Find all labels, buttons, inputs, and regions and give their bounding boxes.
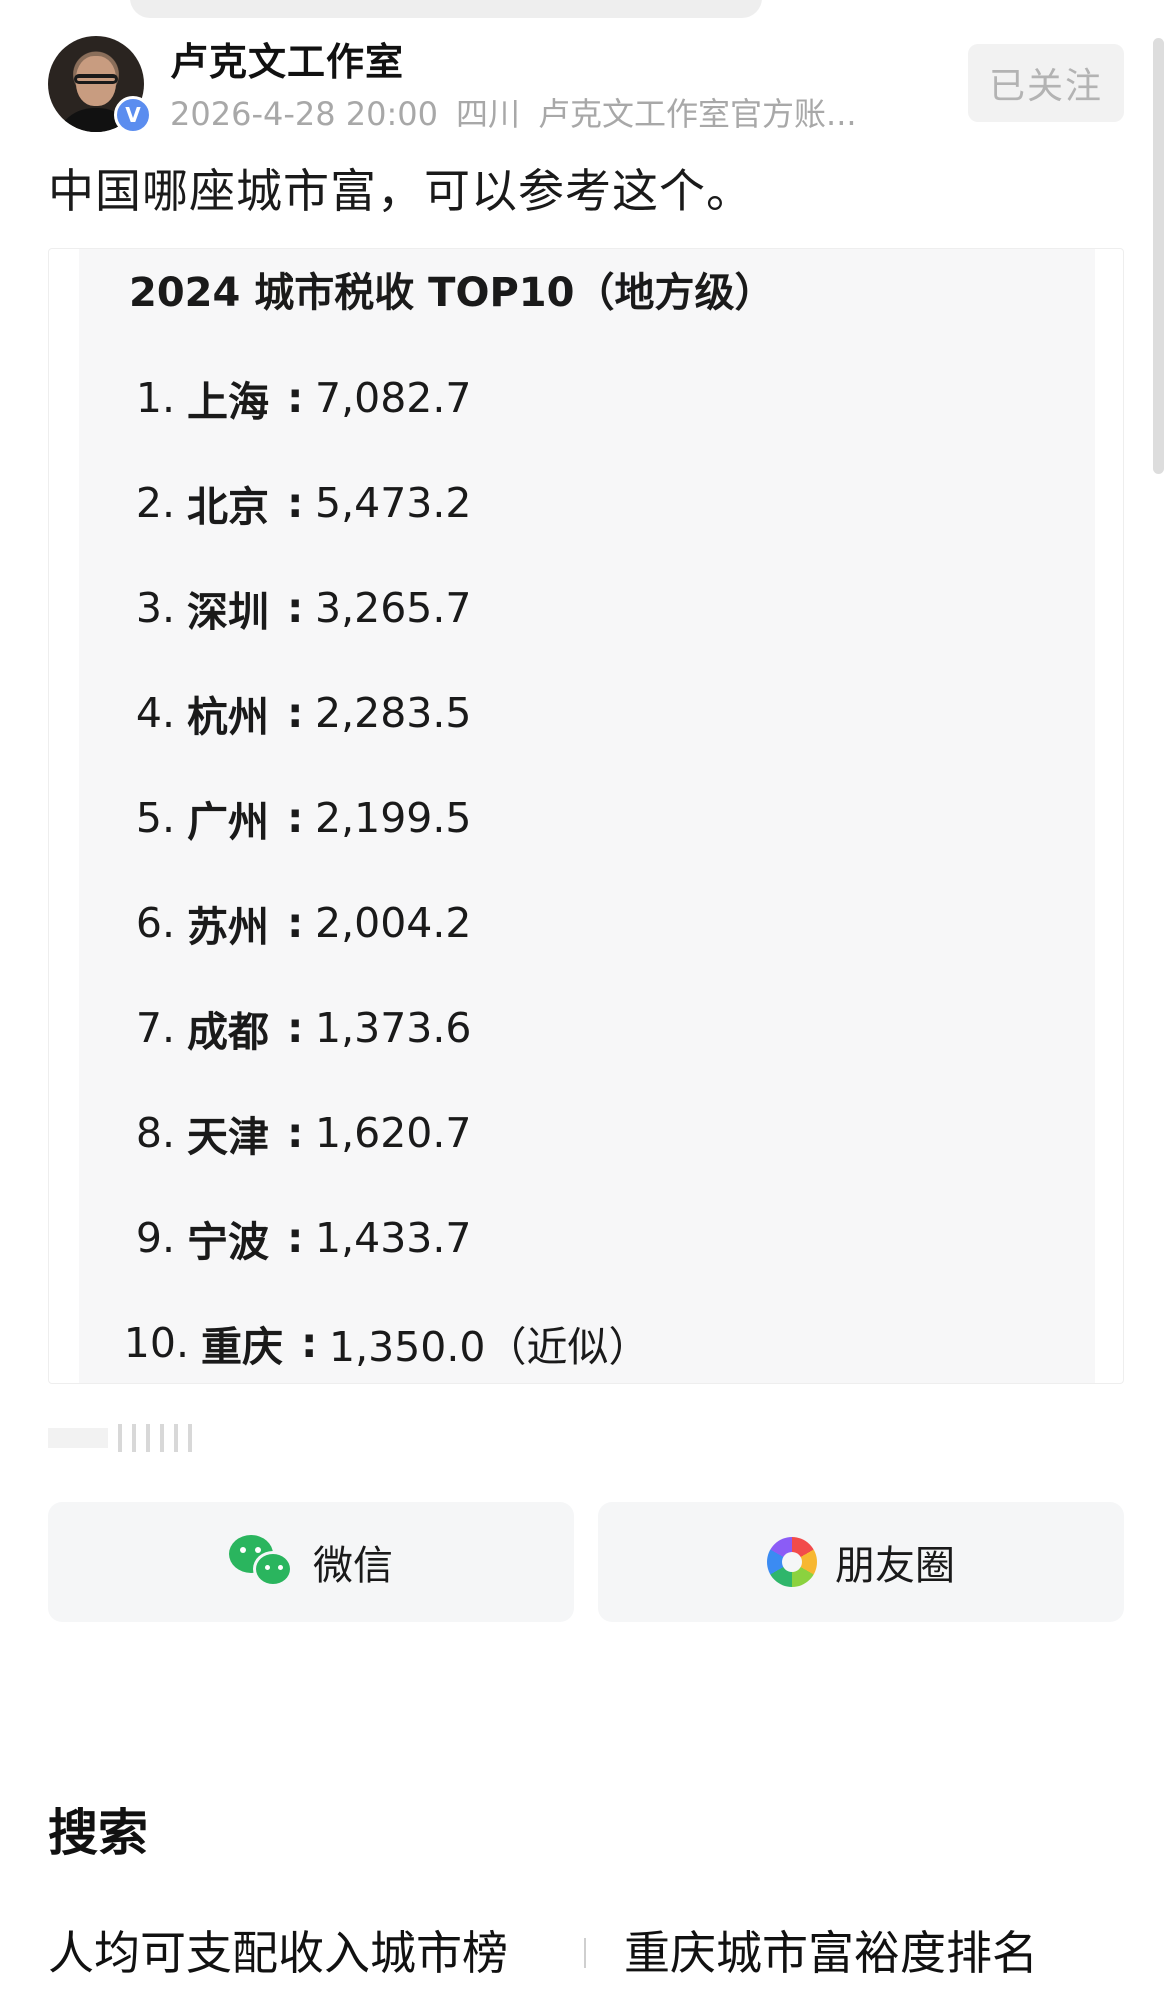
ranking-list: 1. 上海:7,082.7 2. 北京:5,473.2 3. 深圳:3,265.7 4…	[79, 345, 1079, 1395]
post-image[interactable]: 2024 城市税收 TOP10（地方级） 1. 上海:7,082.7 2. 北京:5…	[48, 248, 1124, 1384]
rank-colon: :	[301, 1318, 318, 1367]
post-meta: 2026-4-28 20:00 四川 卢克文工作室官方账...	[170, 92, 990, 136]
share-moments-label: 朋友圈	[835, 1543, 955, 1589]
rank-colon: :	[287, 688, 304, 737]
rank-number: 5.	[135, 793, 175, 842]
search-suggestions: 人均可支配收入城市榜 重庆城市富裕度排名	[48, 1920, 1148, 1990]
blurred-pad	[48, 1428, 108, 1448]
rank-value: 2,004.2	[315, 898, 472, 947]
rank-city: 广州	[187, 797, 269, 846]
search-suggestion[interactable]: 重庆城市富裕度排名	[624, 1920, 1038, 1986]
blurred-mark	[132, 1424, 136, 1452]
blurred-text-strip	[48, 1422, 223, 1454]
author-name[interactable]: 卢克文工作室	[170, 36, 404, 88]
blurred-mark	[146, 1424, 150, 1452]
share-wechat-button[interactable]: 微信	[48, 1502, 574, 1622]
rank-city: 宁波	[187, 1217, 269, 1266]
rank-city: 天津	[187, 1112, 269, 1161]
rank-number: 8.	[135, 1108, 175, 1157]
ranking-item: 10. 重庆:1,350.0（近似）	[79, 1290, 1079, 1395]
rank-value: 1,433.7	[315, 1213, 472, 1262]
share-wechat-label: 微信	[313, 1543, 393, 1589]
ranking-item: 1. 上海:7,082.7	[79, 345, 1079, 450]
rank-number: 3.	[135, 583, 175, 632]
ranking-item: 9. 宁波:1,433.7	[79, 1185, 1079, 1290]
blurred-mark	[160, 1424, 164, 1452]
rank-number: 4.	[135, 688, 175, 737]
ranking-item: 3. 深圳:3,265.7	[79, 555, 1079, 660]
post-text: 中国哪座城市富，可以参考这个。	[48, 164, 753, 218]
blurred-mark	[188, 1424, 192, 1452]
blurred-mark	[174, 1424, 178, 1452]
avatar-glasses	[74, 74, 118, 84]
rank-number: 6.	[135, 898, 175, 947]
rank-city: 苏州	[187, 902, 269, 951]
rank-colon: :	[287, 478, 304, 527]
rank-value: 2,199.5	[315, 793, 472, 842]
ranking-item: 6. 苏州:2,004.2	[79, 870, 1079, 975]
rank-colon: :	[287, 583, 304, 632]
rank-value: 1,620.7	[315, 1108, 472, 1157]
rank-number: 2.	[135, 478, 175, 527]
moments-icon	[767, 1537, 817, 1587]
verified-icon: V	[114, 96, 152, 134]
rank-colon: :	[287, 373, 304, 422]
account-description: 卢克文工作室官方账...	[538, 95, 857, 133]
ranking-image-content: 2024 城市税收 TOP10（地方级） 1. 上海:7,082.7 2. 北京:5…	[79, 249, 1095, 1383]
ranking-item: 2. 北京:5,473.2	[79, 450, 1079, 555]
blurred-mark	[118, 1424, 122, 1452]
ranking-item: 4. 杭州:2,283.5	[79, 660, 1079, 765]
rank-city: 北京	[187, 482, 269, 531]
rank-colon: :	[287, 898, 304, 947]
rank-city: 杭州	[187, 692, 269, 741]
rank-value: 5,473.2	[315, 478, 472, 527]
rank-number: 9.	[135, 1213, 175, 1262]
rank-colon: :	[287, 1213, 304, 1262]
wechat-icon	[229, 1535, 295, 1589]
rank-number: 7.	[135, 1003, 175, 1052]
search-section-title: 搜索	[48, 1804, 148, 1862]
ranking-item: 5. 广州:2,199.5	[79, 765, 1079, 870]
rank-city: 上海	[187, 377, 269, 426]
rank-number: 10.	[123, 1318, 189, 1367]
rank-colon: :	[287, 1108, 304, 1157]
share-moments-button[interactable]: 朋友圈	[598, 1502, 1124, 1622]
rank-city: 成都	[187, 1007, 269, 1056]
rank-city: 深圳	[187, 587, 269, 636]
rank-value: 7,082.7	[315, 373, 472, 422]
rank-value: 2,283.5	[315, 688, 472, 737]
follow-button[interactable]: 已关注	[968, 44, 1124, 122]
search-divider	[584, 1938, 586, 1968]
scrollbar-thumb[interactable]	[1153, 38, 1164, 474]
rank-value: 1,350.0（近似）	[329, 1322, 650, 1371]
ranking-title: 2024 城市税收 TOP10（地方级）	[129, 270, 775, 316]
rank-colon: :	[287, 793, 304, 842]
rank-number: 1.	[135, 373, 175, 422]
rank-value: 1,373.6	[315, 1003, 472, 1052]
post-location: 四川	[456, 95, 521, 133]
search-suggestion[interactable]: 人均可支配收入城市榜	[48, 1920, 508, 1986]
post-date: 2026-4-28 20:00	[170, 95, 438, 133]
ranking-item: 8. 天津:1,620.7	[79, 1080, 1079, 1185]
rank-colon: :	[287, 1003, 304, 1052]
post-header: V 卢克文工作室 2026-4-28 20:00 四川 卢克文工作室官方账... 已…	[48, 36, 1128, 136]
ranking-item: 7. 成都:1,373.6	[79, 975, 1079, 1080]
rank-city: 重庆	[201, 1322, 283, 1371]
top-search-pill[interactable]	[130, 0, 762, 18]
rank-value: 3,265.7	[315, 583, 472, 632]
